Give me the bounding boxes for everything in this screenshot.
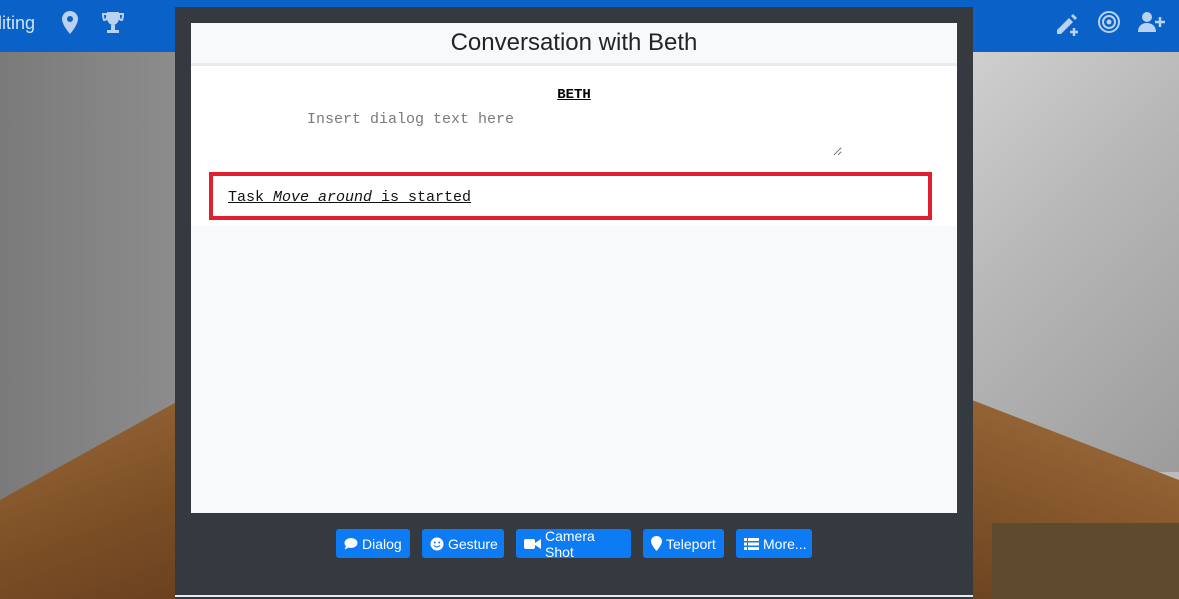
dialog-text-field[interactable] [301, 107, 842, 156]
trophy-icon[interactable] [100, 10, 126, 36]
map-pin-icon[interactable] [58, 10, 84, 36]
conversation-title: Conversation with Beth [450, 29, 698, 56]
speaker-name[interactable]: BETH [191, 87, 957, 103]
dialog-button[interactable]: Dialog [336, 529, 410, 558]
gesture-button-label: Gesture [448, 535, 498, 552]
smiley-icon [430, 537, 444, 551]
script-editor: BETH Task Move around is started [191, 66, 957, 226]
camera-shot-button[interactable]: Camera Shot [516, 527, 631, 560]
room-wall-lit [972, 52, 1179, 472]
list-icon [744, 537, 759, 550]
teleport-button-label: Teleport [666, 535, 716, 552]
nav-mode-label[interactable]: diting [0, 13, 35, 34]
camera-shot-button-label: Camera Shot [545, 527, 595, 560]
task-event-line[interactable]: Task Move around is started [228, 189, 471, 206]
modal-bottom-divider [175, 595, 973, 597]
conversation-panel: Conversation with Beth BETH Task Move ar… [191, 23, 957, 513]
add-user-icon[interactable] [1137, 10, 1165, 36]
dialog-button-label: Dialog [362, 535, 402, 552]
gesture-button[interactable]: Gesture [422, 529, 504, 558]
speech-bubble-icon [344, 537, 358, 550]
task-suffix: is started [372, 189, 472, 206]
task-event-highlight: Task Move around is started [209, 172, 932, 220]
edit-add-icon[interactable] [1054, 10, 1080, 36]
more-button-label: More... [763, 535, 807, 552]
task-prefix: Task [228, 189, 274, 206]
map-marker-icon [651, 536, 662, 551]
floor-object [992, 523, 1179, 599]
target-icon[interactable] [1097, 10, 1123, 36]
video-camera-icon [524, 538, 541, 550]
task-name: Move around [273, 189, 373, 206]
panel-header: Conversation with Beth [191, 23, 957, 66]
more-button[interactable]: More... [736, 529, 812, 558]
teleport-button[interactable]: Teleport [643, 529, 724, 558]
